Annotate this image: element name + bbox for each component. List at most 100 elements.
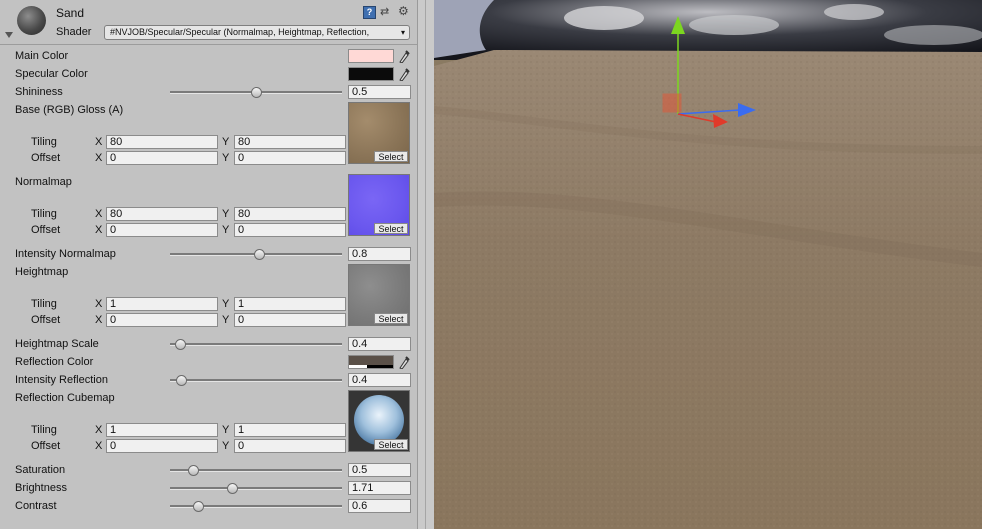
heightmap-offset-y-field[interactable]: 0 <box>234 313 346 327</box>
material-preview-sphere <box>17 6 46 35</box>
alpha-bar <box>349 365 393 368</box>
heightmap-texture-slot[interactable]: Select <box>348 264 410 326</box>
heightmap-scale-label: Heightmap Scale <box>15 338 99 350</box>
brightness-label: Brightness <box>15 482 67 494</box>
shininess-value-field[interactable]: 0.5 <box>348 85 411 99</box>
reflection-cubemap-label: Reflection Cubemap <box>15 392 115 404</box>
cubemap-tiling-y-label: Y <box>222 424 230 436</box>
heightmap-tiling-label: Tiling <box>31 298 57 310</box>
material-inspector: Sand Shader #NVJOB/Specular/Specular (No… <box>0 0 417 529</box>
shader-label: Shader <box>56 26 92 38</box>
cubemap-offset-x-label: X <box>95 440 103 452</box>
normalmap-texture-slot[interactable]: Select <box>348 174 410 236</box>
eyedropper-icon[interactable] <box>398 49 410 63</box>
intensity-reflection-slider-knob[interactable] <box>176 375 188 386</box>
cubemap-offset-x-field[interactable]: 0 <box>106 439 218 453</box>
help-icon[interactable]: ? <box>363 6 376 19</box>
main-color-label: Main Color <box>15 50 69 62</box>
gear-icon[interactable]: ⚙ <box>398 5 412 17</box>
intensity-normalmap-value-field[interactable]: 0.8 <box>348 247 411 261</box>
base-texture-label: Base (RGB) Gloss (A) <box>15 104 124 116</box>
cubemap-tiling-x-field[interactable]: 1 <box>106 423 218 437</box>
base-offset-y-label: Y <box>222 152 230 164</box>
heightmap-scale-value-field[interactable]: 0.4 <box>348 337 411 351</box>
shader-dropdown-value: #NVJOB/Specular/Specular (Normalmap, Hei… <box>110 27 370 37</box>
brightness-slider-knob[interactable] <box>226 483 238 494</box>
contrast-label: Contrast <box>15 500 57 512</box>
cubemap-preview-sphere <box>354 395 404 445</box>
base-texture-slot[interactable]: Select <box>348 102 410 164</box>
cubemap-offset-y-label: Y <box>222 440 230 452</box>
intensity-normalmap-label: Intensity Normalmap <box>15 248 116 260</box>
panel-splitter[interactable] <box>417 0 434 529</box>
shader-dropdown[interactable]: #NVJOB/Specular/Specular (Normalmap, Hei… <box>104 25 410 40</box>
saturation-label: Saturation <box>15 464 66 476</box>
base-tiling-x-label: X <box>95 136 103 148</box>
heightmap-tiling-y-field[interactable]: 1 <box>234 297 346 311</box>
normalmap-offset-x-field[interactable]: 0 <box>106 223 218 237</box>
cubemap-tiling-x-label: X <box>95 424 103 436</box>
normalmap-tiling-x-field[interactable]: 80 <box>106 207 218 221</box>
brightness-value-field[interactable]: 1.71 <box>348 481 411 495</box>
shininess-label: Shininess <box>15 86 63 98</box>
heightmap-offset-x-field[interactable]: 0 <box>106 313 218 327</box>
contrast-value-field[interactable]: 0.6 <box>348 499 411 513</box>
normalmap-tiling-y-field[interactable]: 80 <box>234 207 346 221</box>
cubemap-offset-y-field[interactable]: 0 <box>234 439 346 453</box>
select-button[interactable]: Select <box>374 439 408 450</box>
cubemap-tiling-label: Tiling <box>31 424 57 436</box>
scene-render <box>434 0 982 529</box>
base-tiling-label: Tiling <box>31 136 57 148</box>
brightness-slider-track[interactable] <box>170 487 342 490</box>
base-tiling-y-field[interactable]: 80 <box>234 135 346 149</box>
eyedropper-icon[interactable] <box>398 355 410 369</box>
reflection-color-swatch[interactable] <box>348 355 394 369</box>
foldout-arrow-icon[interactable] <box>5 32 13 38</box>
material-name: Sand <box>56 6 85 20</box>
intensity-reflection-slider-track[interactable] <box>170 379 342 382</box>
normalmap-offset-x-label: X <box>95 224 103 236</box>
normalmap-offset-y-field[interactable]: 0 <box>234 223 346 237</box>
heightmap-tiling-y-label: Y <box>222 298 230 310</box>
normalmap-tiling-label: Tiling <box>31 208 57 220</box>
header-divider <box>0 44 417 45</box>
intensity-reflection-label: Intensity Reflection <box>15 374 108 386</box>
presets-icon[interactable]: ⇄ <box>380 6 392 18</box>
heightmap-scale-slider-knob[interactable] <box>174 339 186 350</box>
select-button[interactable]: Select <box>374 313 408 324</box>
main-color-swatch[interactable] <box>348 49 394 63</box>
heightmap-tiling-x-label: X <box>95 298 103 310</box>
cubemap-tiling-y-field[interactable]: 1 <box>234 423 346 437</box>
scene-view[interactable] <box>434 0 982 529</box>
chevron-down-icon: ▾ <box>400 28 405 37</box>
reflection-color-label: Reflection Color <box>15 356 94 368</box>
heightmap-label: Heightmap <box>15 266 69 278</box>
contrast-slider-knob[interactable] <box>192 501 204 512</box>
base-offset-y-field[interactable]: 0 <box>234 151 346 165</box>
heightmap-scale-slider-track[interactable] <box>170 343 342 346</box>
base-offset-label: Offset <box>31 152 61 164</box>
intensity-reflection-value-field[interactable]: 0.4 <box>348 373 411 387</box>
normalmap-label: Normalmap <box>15 176 72 188</box>
shininess-slider-knob[interactable] <box>251 87 262 98</box>
base-offset-x-field[interactable]: 0 <box>106 151 218 165</box>
heightmap-offset-x-label: X <box>95 314 103 326</box>
select-button[interactable]: Select <box>374 223 408 234</box>
heightmap-tiling-x-field[interactable]: 1 <box>106 297 218 311</box>
heightmap-offset-y-label: Y <box>222 314 230 326</box>
base-offset-x-label: X <box>95 152 103 164</box>
eyedropper-icon[interactable] <box>398 67 410 81</box>
heightmap-offset-label: Offset <box>31 314 61 326</box>
cubemap-texture-slot[interactable]: Select <box>348 390 410 452</box>
base-tiling-y-label: Y <box>222 136 230 148</box>
intensity-normalmap-slider-knob[interactable] <box>254 249 266 260</box>
saturation-value-field[interactable]: 0.5 <box>348 463 411 477</box>
specular-color-swatch[interactable] <box>348 67 394 81</box>
base-tiling-x-field[interactable]: 80 <box>106 135 218 149</box>
cubemap-offset-label: Offset <box>31 440 61 452</box>
normalmap-offset-label: Offset <box>31 224 61 236</box>
select-button[interactable]: Select <box>374 151 408 162</box>
normalmap-tiling-y-label: Y <box>222 208 230 220</box>
specular-color-label: Specular Color <box>15 68 88 80</box>
saturation-slider-knob[interactable] <box>187 465 199 476</box>
